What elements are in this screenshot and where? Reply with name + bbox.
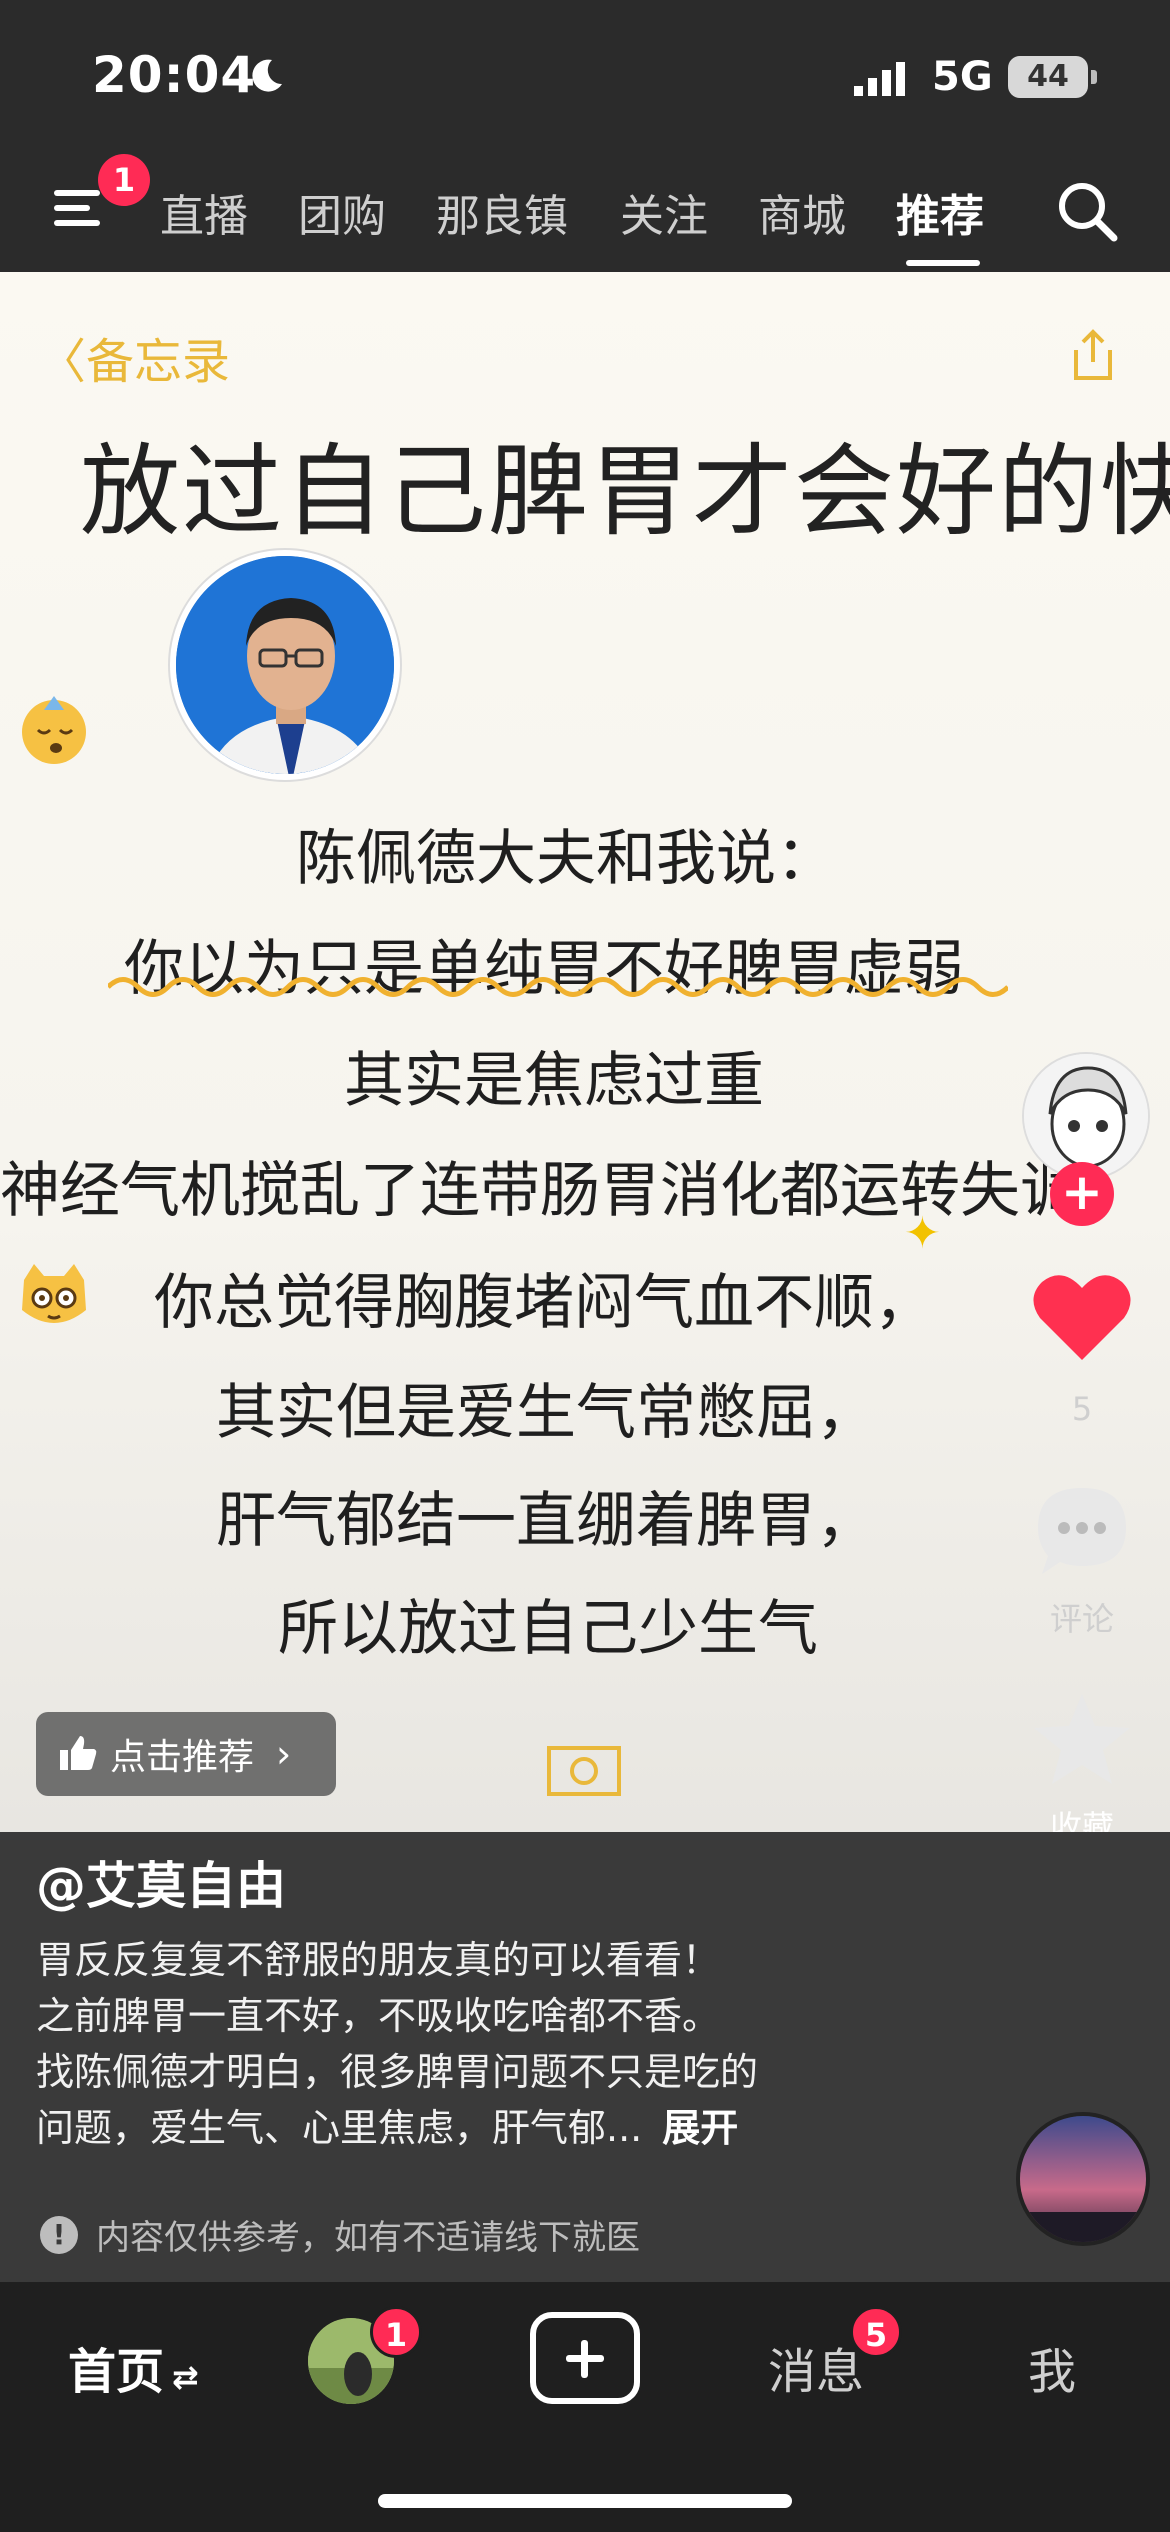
heart-icon[interactable] [1030,1268,1134,1364]
top-nav: 1 直播 团购 那良镇 关注 商城 推荐 [0,150,1170,272]
network-type: 5G [932,54,993,100]
post-content[interactable]: 〈备忘录 放过自己脾胃才会好的快 陈佩德大夫和我说： 你以为只是单纯胃不好脾胃虚… [0,272,1170,1832]
music-disc-icon[interactable] [1016,2112,1150,2246]
moon-icon [252,59,282,92]
expand-link[interactable]: 展开 [662,2106,738,2150]
info-icon: ! [40,2215,78,2254]
author-name[interactable]: @艾莫自由 [36,1846,286,1918]
comment-icon[interactable] [1030,1480,1134,1584]
like-recommend-button[interactable]: 点击推荐 › [36,1712,336,1796]
active-tab-indicator [906,260,980,266]
create-post-button[interactable] [530,2312,640,2404]
memo-share-icon [1074,329,1112,380]
tab-live[interactable]: 直播 [160,180,248,244]
post-description[interactable]: 胃反反复复不舒服的朋友真的可以看看！ 之前脾胃一直不好，不吸收吃啥都不香。 找陈… [36,1932,758,2156]
content-line: 其实但是爱生气常憋屈， [216,1378,876,1448]
tab-group-buy[interactable]: 团购 [298,180,386,244]
content-line: 所以放过自己少生气 [278,1594,818,1664]
follow-plus-button[interactable]: + [1050,1162,1114,1226]
content-line: 其实是焦虑过重 [344,1046,764,1116]
messages-badge: 5 [850,2306,902,2358]
medical-notice: ! 内容仅供参考，如有不适请线下就医 [40,2210,640,2259]
swap-icon: ⇄ [172,2358,199,2396]
sleepy-emoji-icon [22,696,86,764]
tab-messages[interactable]: 消息 [768,2332,864,2402]
battery-tip [1091,70,1097,84]
tab-home-label: 首页 [68,2344,165,2400]
home-indicator [378,2494,792,2508]
content-line: 你总觉得胸腹堵闷气血不顺， [154,1268,934,1338]
description-line: 问题，爱生气、心里焦虑，肝气郁... [36,2106,643,2150]
description-line: 胃反反复复不舒服的朋友真的可以看看！ [36,1938,721,1982]
chevron-right-icon: › [276,1732,292,1776]
friends-badge: 1 [370,2306,422,2358]
search-icon[interactable] [1054,178,1120,244]
tab-home[interactable]: 首页 ⇄ [68,2332,199,2402]
memo-back-label: 〈备忘录 [38,334,231,390]
battery-indicator: 44 [1008,56,1088,98]
star-icon[interactable] [1030,1688,1134,1792]
description-line: 之前脾胃一直不好，不吸收吃啥都不香。 [36,1994,721,2038]
tab-recommend[interactable]: 推荐 [896,180,984,244]
nerd-cat-emoji-icon [22,1264,86,1323]
doctor-photo [170,550,400,780]
post-caption: @艾莫自由 胃反反复复不舒服的朋友真的可以看看！ 之前脾胃一直不好，不吸收吃啥都… [0,1832,1170,2282]
notice-text: 内容仅供参考，如有不适请线下就医 [96,2218,640,2258]
comment-label: 评论 [1049,1600,1114,1638]
status-time: 20:04 [92,46,257,104]
wavy-underline [108,977,1008,997]
menu-badge: 1 [98,154,150,206]
post-title: 放过自己脾胃才会好的快 [80,433,1170,550]
content-line: 肝气郁结一直绷着脾胃， [216,1486,876,1556]
sparkle-icon: ✦ [904,1208,941,1259]
bottom-tab-bar: 首页 ⇄ 1 消息 5 我 [0,2282,1170,2532]
like-count: 5 [1071,1390,1093,1428]
author-avatar[interactable] [1022,1052,1150,1180]
thumbs-up-icon [60,1736,97,1770]
camera-icon [547,1746,621,1796]
description-line: 找陈佩德才明白，很多脾胃问题不只是吃的 [36,2050,759,2094]
status-bar: 20:04 5G 44 [0,0,1170,150]
tab-mall[interactable]: 商城 [758,180,846,244]
tab-naliang-town[interactable]: 那良镇 [436,180,568,244]
like-recommend-label: 点击推荐 [110,1737,255,1778]
tab-me[interactable]: 我 [1028,2332,1076,2402]
content-line: 陈佩德大夫和我说： [296,824,836,894]
tab-following[interactable]: 关注 [620,180,708,244]
signal-icon [854,62,905,96]
